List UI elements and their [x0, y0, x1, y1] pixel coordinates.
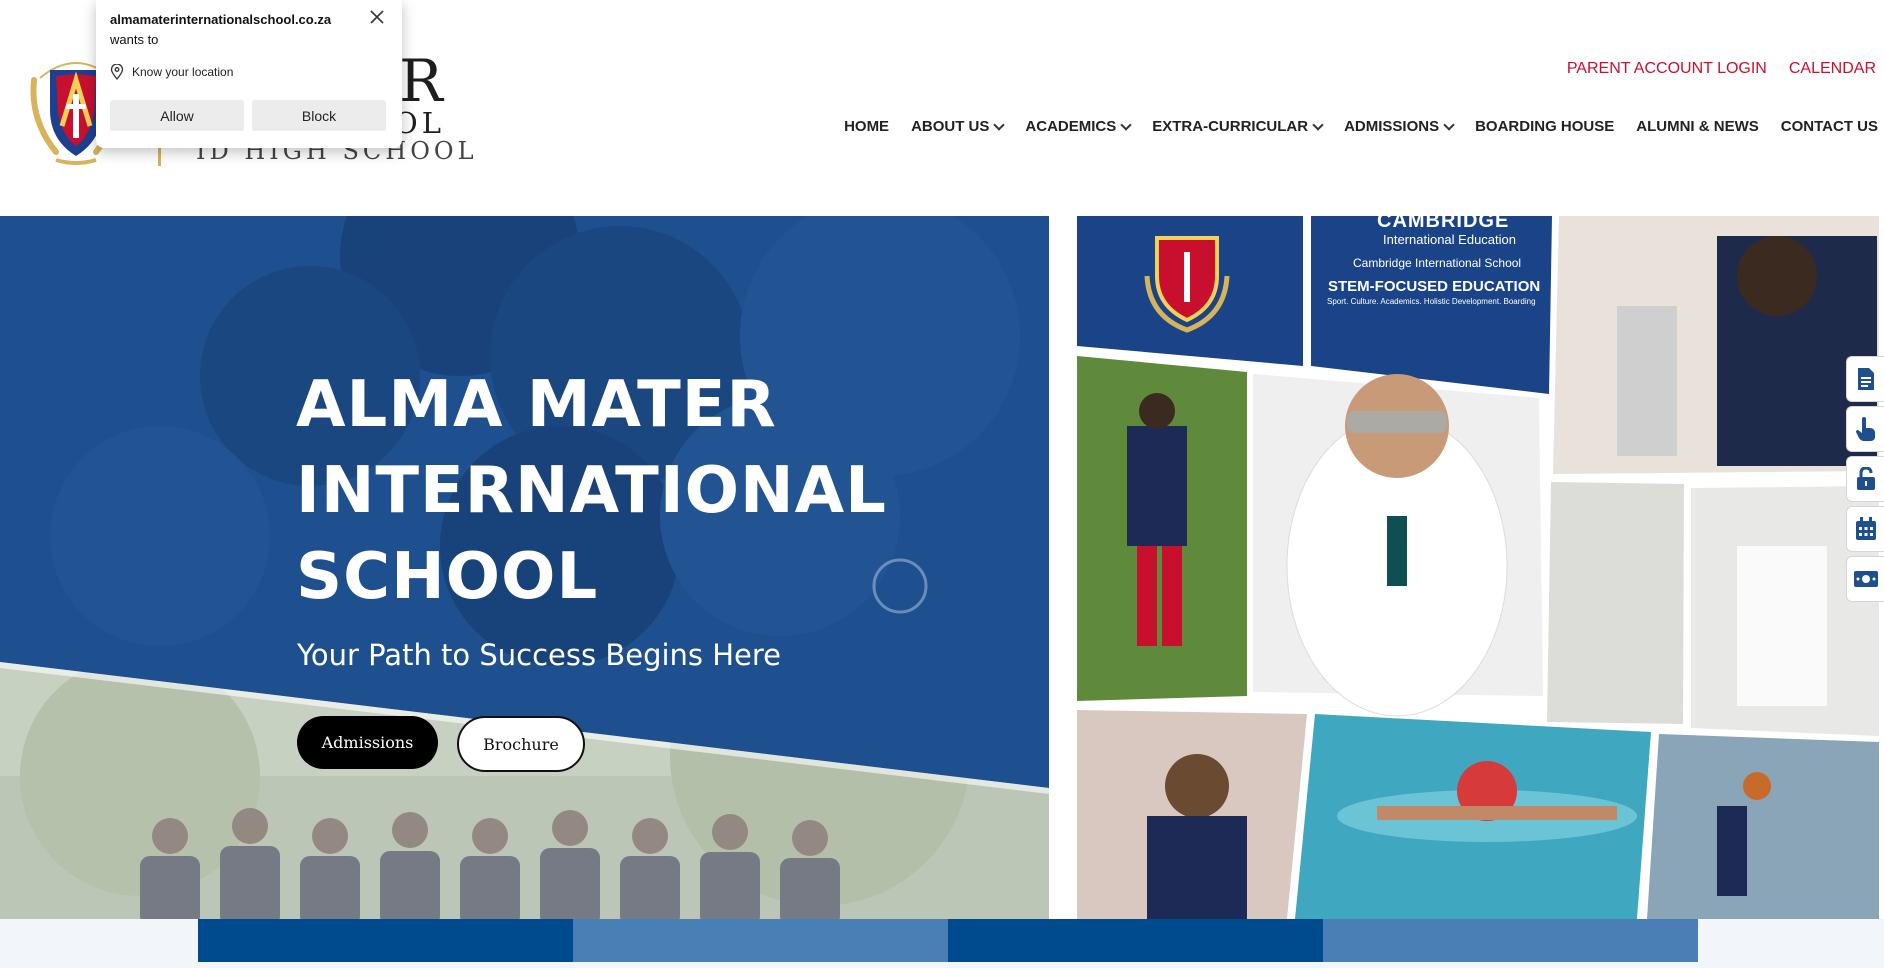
- basketball-photo: [1647, 734, 1879, 919]
- nav-about-label: ABOUT US: [911, 118, 990, 135]
- nav-home-label: HOME: [844, 118, 890, 135]
- chevron-down-icon: [993, 118, 1006, 131]
- quick-link-tiles: [198, 919, 1698, 962]
- nav-contact-us[interactable]: CONTACT US: [1781, 118, 1878, 135]
- intl-education-label: International Education: [1383, 232, 1516, 247]
- hero-banner: ALMA MATER INTERNATIONAL SCHOOL Your Pat…: [0, 216, 1049, 919]
- chevron-down-icon: [1443, 118, 1455, 131]
- block-button[interactable]: Block: [252, 100, 386, 131]
- photo-collage: CAMBRIDGE International Education Cambri…: [1077, 216, 1879, 919]
- calendar-link[interactable]: CALENDAR: [1789, 60, 1876, 78]
- unlock-icon: [1856, 467, 1875, 490]
- document-icon: [1857, 368, 1874, 390]
- pillars-label: Sport. Culture. Academics. Holistic Deve…: [1327, 297, 1536, 306]
- top-links: PARENT ACCOUNT LOGIN CALENDAR: [1567, 60, 1876, 78]
- side-document-button[interactable]: [1846, 356, 1884, 402]
- parent-account-login-link[interactable]: PARENT ACCOUNT LOGIN: [1567, 60, 1767, 78]
- quick-tile-4[interactable]: [1323, 919, 1698, 962]
- close-icon[interactable]: [368, 8, 386, 26]
- allow-button[interactable]: Allow: [110, 100, 244, 131]
- nav-academics[interactable]: ACADEMICS: [1025, 118, 1132, 135]
- main-navigation: HOME ABOUT US ACADEMICS EXTRA-CURRICULAR…: [844, 118, 1878, 135]
- nav-boarding-house[interactable]: BOARDING HOUSE: [1475, 118, 1614, 135]
- stem-heading: STEM-FOCUSED EDUCATION: [1328, 278, 1541, 295]
- money-icon: [1853, 571, 1878, 587]
- side-calendar-button[interactable]: [1846, 506, 1884, 552]
- permission-label: Know your location: [132, 65, 234, 79]
- nav-alumni-label: ALUMNI & NEWS: [1636, 118, 1759, 135]
- permission-request: Know your location: [110, 64, 233, 80]
- admissions-button[interactable]: Admissions: [297, 716, 438, 769]
- nav-about-us[interactable]: ABOUT US: [911, 118, 1006, 135]
- cambridge-label: CAMBRIDGE: [1377, 216, 1510, 232]
- hero-title-line-2: INTERNATIONAL: [296, 454, 887, 528]
- nav-boarding-label: BOARDING HOUSE: [1475, 118, 1615, 135]
- brochure-button[interactable]: Brochure: [457, 716, 585, 772]
- permission-site: almamaterinternationalschool.co.za: [110, 12, 332, 27]
- permission-wants-to: wants to: [110, 32, 159, 47]
- side-apply-button[interactable]: [1846, 406, 1884, 452]
- collage-photos: [1077, 216, 1879, 919]
- nav-admissions[interactable]: ADMISSIONS: [1344, 118, 1455, 135]
- side-login-button[interactable]: [1846, 456, 1884, 502]
- nav-extra-label: EXTRA-CURRICULAR: [1152, 118, 1309, 135]
- pointer-hand-icon: [1855, 417, 1875, 441]
- chevron-down-icon: [1120, 118, 1132, 131]
- nav-extra-curricular[interactable]: EXTRA-CURRICULAR: [1152, 118, 1324, 135]
- side-fees-button[interactable]: [1846, 556, 1884, 602]
- side-quick-toolbar: [1846, 356, 1884, 602]
- hero-title: ALMA MATER INTERNATIONAL SCHOOL: [296, 362, 887, 620]
- hero-title-line-3: SCHOOL: [296, 540, 599, 614]
- location-permission-popup: almamaterinternationalschool.co.za wants…: [96, 0, 402, 148]
- calendar-icon: [1855, 517, 1876, 540]
- cambridge-school-label: Cambridge International School: [1353, 256, 1522, 270]
- location-pin-icon: [110, 64, 124, 80]
- nav-alumni-news[interactable]: ALUMNI & NEWS: [1636, 118, 1759, 135]
- chevron-down-icon: [1312, 118, 1324, 131]
- quick-tile-3[interactable]: [948, 919, 1323, 962]
- nav-academics-label: ACADEMICS: [1025, 118, 1117, 135]
- hero-title-line-1: ALMA MATER: [296, 368, 777, 442]
- hero-subtitle: Your Path to Success Begins Here: [297, 638, 782, 672]
- quick-tile-1[interactable]: [198, 919, 573, 962]
- nav-admissions-label: ADMISSIONS: [1344, 118, 1440, 135]
- nav-contact-label: CONTACT US: [1780, 118, 1878, 135]
- quick-tile-2[interactable]: [573, 919, 948, 962]
- nav-home[interactable]: HOME: [844, 118, 889, 135]
